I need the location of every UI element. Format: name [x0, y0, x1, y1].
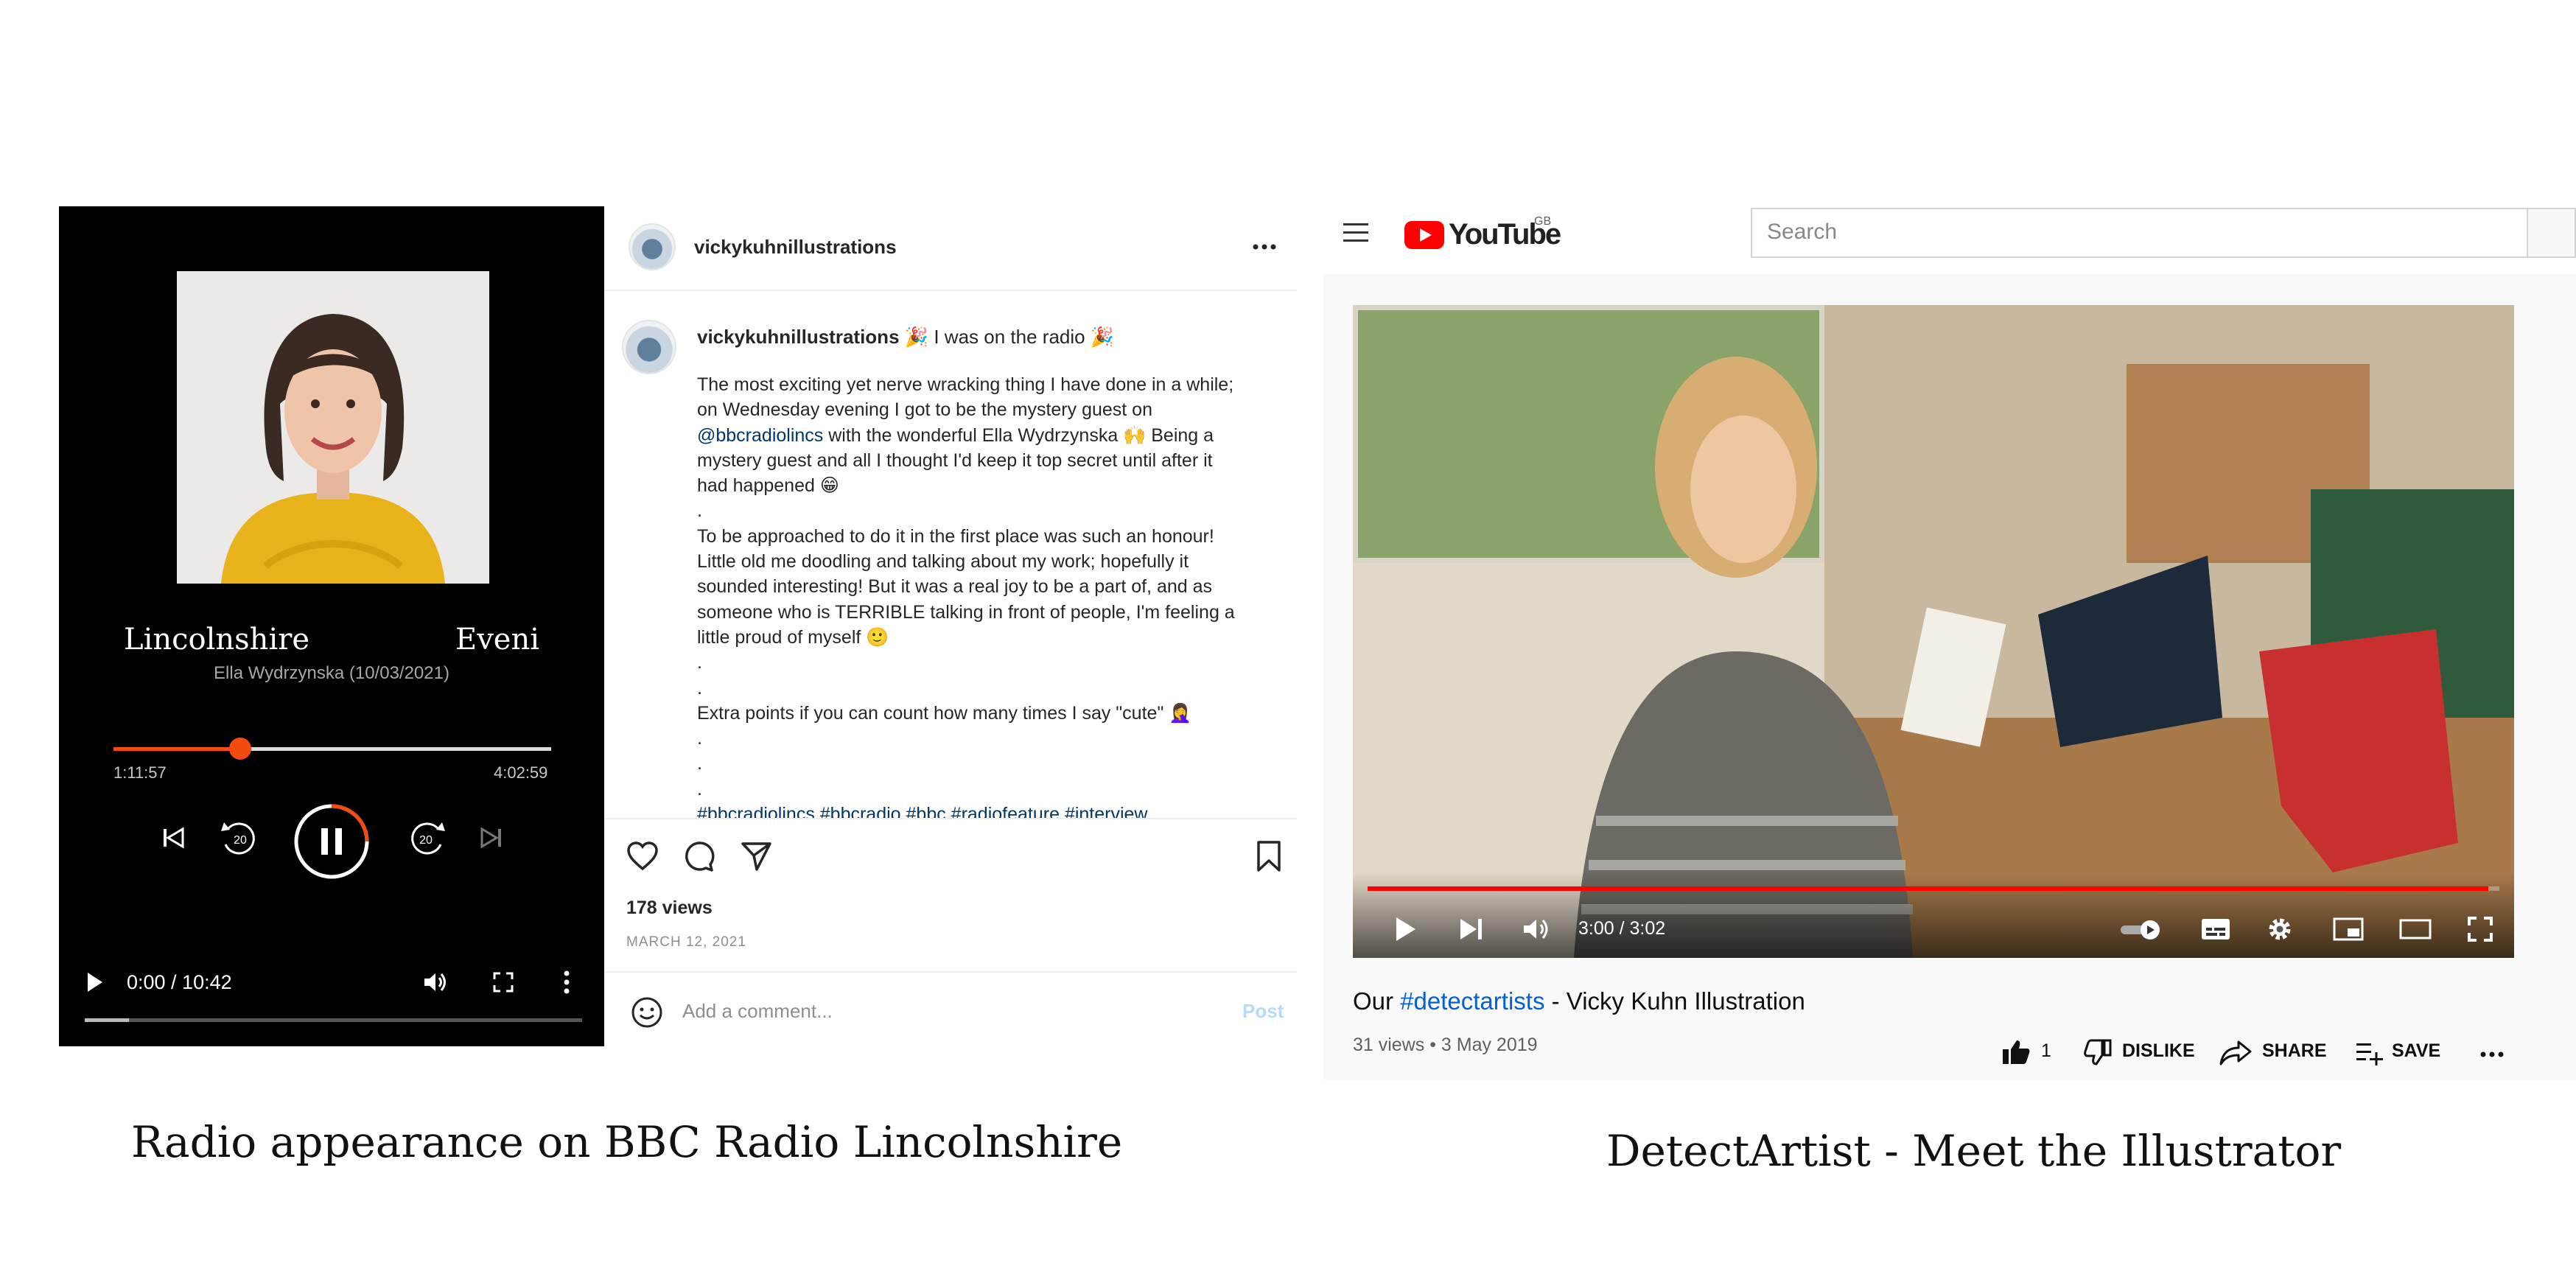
next-video-icon[interactable] [1459, 917, 1484, 941]
view-count[interactable]: 178 views [626, 897, 713, 919]
fullscreen-icon[interactable] [2467, 916, 2493, 942]
mention-link[interactable]: @bbcradiolincs [697, 425, 823, 446]
video-frame[interactable] [1353, 305, 2514, 958]
caption-header: vickykuhnillustrations 🎉 I was on the ra… [697, 326, 1114, 349]
search-input[interactable] [1751, 208, 2528, 258]
play-icon[interactable] [85, 971, 105, 993]
hamburger-menu-icon[interactable] [1343, 221, 1369, 245]
caption-line: had happened 😁 [697, 475, 839, 497]
rewind-20-icon[interactable]: 20 [218, 819, 261, 858]
rewind-seconds: 20 [234, 834, 247, 847]
caption-line: . [697, 677, 702, 699]
next-icon [480, 827, 501, 849]
caption-line: on Wednesday evening I got to be the mys… [697, 399, 1152, 421]
media-time: 0:00 / 10:42 [127, 971, 232, 993]
like-heart-icon[interactable] [626, 840, 659, 872]
video-seek-progress [1368, 886, 2488, 891]
comment-input[interactable]: Add a comment... [682, 1000, 833, 1023]
episode-subtitle: Ella Wydrzynska (10/03/2021) [214, 663, 449, 683]
post-date: MARCH 12, 2021 [626, 934, 746, 950]
dislike-button[interactable]: DISLIKE [2122, 1040, 2195, 1062]
emoji-smiley-icon[interactable] [631, 996, 663, 1029]
comment-icon[interactable] [682, 840, 715, 872]
show-title: Lincolnshire [124, 623, 310, 657]
search-placeholder: Search [1767, 220, 1838, 244]
divider [604, 818, 1297, 819]
volume-icon[interactable] [423, 971, 448, 993]
youtube-caption: DetectArtist - Meet the Illustrator [1606, 1126, 2342, 1176]
save-bookmark-icon[interactable] [1256, 840, 1282, 872]
caption-line-mention: @bbcradiolincs with the wonderful Ella W… [697, 424, 1214, 446]
caption-line: someone who is TERRIBLE talking in front… [697, 601, 1235, 623]
fullscreen-icon[interactable] [492, 971, 514, 993]
forward-seconds: 20 [419, 834, 433, 847]
dislike-thumb-icon[interactable] [2084, 1039, 2112, 1065]
radio-caption: Radio appearance on BBC Radio Lincolnshi… [131, 1117, 1123, 1167]
play-icon[interactable] [1395, 916, 1417, 942]
previous-icon[interactable] [161, 825, 186, 850]
save-playlist-icon[interactable] [2355, 1039, 2384, 1065]
profile-avatar[interactable] [629, 223, 676, 270]
video-meta: 31 views • 3 May 2019 [1353, 1035, 1538, 1055]
caption-hashtags[interactable]: #bbcradiolincs #bbcradio #bbc #radiofeat… [697, 802, 1272, 818]
more-options-icon[interactable] [1253, 243, 1276, 251]
seek-progress [113, 747, 241, 751]
subtitles-icon[interactable] [2200, 917, 2231, 941]
caption-line: . [697, 728, 702, 749]
share-button[interactable]: SHARE [2262, 1040, 2327, 1062]
post-username[interactable]: vickykuhnillustrations [694, 236, 897, 259]
caption-line: . [697, 753, 702, 774]
caption-username[interactable]: vickykuhnillustrations [697, 326, 900, 348]
caption-line: . [697, 652, 702, 673]
share-send-icon[interactable] [740, 840, 772, 872]
caption-line: The most exciting yet nerve wracking thi… [697, 374, 1234, 395]
elapsed-time: 1:11:57 [113, 763, 167, 782]
hashtag-link[interactable]: #detectartists [1400, 987, 1544, 1015]
more-actions-icon[interactable] [2480, 1051, 2504, 1058]
more-options-icon[interactable] [561, 970, 572, 995]
youtube-logo-icon[interactable] [1404, 221, 1444, 249]
media-seek-bar[interactable] [85, 1018, 582, 1022]
divider [604, 971, 1297, 973]
theater-mode-icon[interactable] [2399, 917, 2432, 941]
share-arrow-icon[interactable] [2219, 1039, 2252, 1065]
total-duration: 4:02:59 [494, 763, 548, 782]
forward-20-icon[interactable]: 20 [405, 819, 448, 858]
show-title-scrolling: Eveni [455, 623, 540, 657]
caption-line: sounded interesting! But it was a real j… [697, 576, 1213, 598]
save-button[interactable]: SAVE [2392, 1040, 2440, 1062]
caption-line: Extra points if you can count how many t… [697, 702, 1192, 724]
caption-avatar[interactable] [622, 320, 676, 374]
caption-line: . [697, 500, 702, 522]
presenter-portrait [177, 271, 489, 584]
like-thumb-icon[interactable] [2001, 1039, 2031, 1065]
media-seek-progress [85, 1018, 129, 1022]
caption-line: Little old me doodling and talking about… [697, 551, 1189, 573]
autoplay-toggle-icon[interactable] [2119, 918, 2165, 942]
volume-icon[interactable] [1522, 917, 1552, 941]
settings-gear-icon[interactable] [2267, 916, 2293, 942]
region-code: GB [1534, 215, 1552, 228]
search-button[interactable] [2528, 208, 2576, 258]
caption-line: . [697, 778, 702, 799]
caption-line: mystery guest and all I thought I'd keep… [697, 449, 1213, 471]
video-time: 3:00 / 3:02 [1578, 918, 1666, 939]
caption-line: little proud of myself 🙂 [697, 626, 889, 648]
post-comment-button[interactable]: Post [1242, 1000, 1284, 1023]
video-title: Our #detectartists - Vicky Kuhn Illustra… [1353, 987, 1805, 1015]
post-caption: The most exciting yet nerve wracking thi… [697, 372, 1272, 818]
pause-button[interactable] [293, 803, 370, 880]
caption-line: To be approached to do it in the first p… [697, 525, 1214, 547]
divider [604, 290, 1297, 291]
like-count: 1 [2041, 1040, 2051, 1061]
caption-headline: 🎉 I was on the radio 🎉 [904, 326, 1115, 348]
miniplayer-icon[interactable] [2333, 917, 2364, 941]
